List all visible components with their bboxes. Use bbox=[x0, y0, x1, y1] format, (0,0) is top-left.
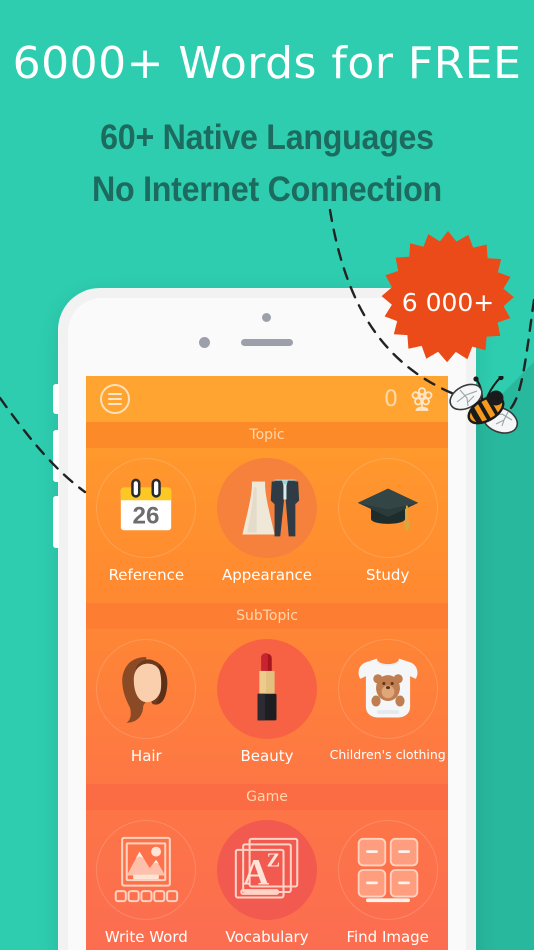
section-header-topic: Topic bbox=[86, 422, 448, 448]
grid-item-appearance[interactable]: Appearance bbox=[207, 458, 328, 584]
volume-down-button[interactable] bbox=[53, 496, 59, 548]
headline: 6000+ Words for FREE bbox=[12, 38, 522, 89]
calendar-icon: 26 bbox=[121, 478, 172, 531]
word-counter: 0 bbox=[384, 386, 398, 412]
grid-item-hair[interactable]: Hair bbox=[86, 639, 207, 765]
volume-up-button[interactable] bbox=[53, 430, 59, 482]
front-camera-dot bbox=[199, 337, 210, 348]
phone-mockup: 0 Topic 26 Reference Appearance Study Su… bbox=[53, 288, 476, 950]
childrens-clothing-icon-circle bbox=[337, 639, 438, 739]
lipstick-icon bbox=[257, 653, 277, 721]
grid-item-reference[interactable]: 26 Reference bbox=[86, 458, 207, 584]
promo-screenshot: 6000+ Words for FREE 60+ Native Language… bbox=[0, 0, 534, 950]
graduation-cap-icon bbox=[357, 488, 418, 530]
earpiece-speaker bbox=[241, 339, 293, 346]
app-bar: 0 bbox=[86, 376, 448, 422]
study-icon-circle bbox=[337, 458, 438, 558]
hamburger-menu-icon[interactable] bbox=[100, 384, 130, 414]
app-screen: 0 Topic 26 Reference Appearance Study Su… bbox=[86, 376, 448, 950]
picture-with-letter-slots-icon bbox=[115, 836, 179, 903]
grid-item-write-word[interactable]: Write Word bbox=[86, 820, 207, 946]
grid-label-reference: Reference bbox=[108, 566, 185, 584]
grid-label-beauty: Beauty bbox=[240, 747, 294, 765]
appearance-icon-circle bbox=[217, 458, 317, 558]
svg-text:Z: Z bbox=[267, 849, 280, 871]
write-word-icon-circle bbox=[96, 820, 197, 920]
section-header-subtopic: SubTopic bbox=[86, 603, 448, 629]
grid-label-hair: Hair bbox=[130, 747, 162, 765]
badge-label: 6 000+ bbox=[401, 287, 495, 317]
section-header-game: Game bbox=[86, 784, 448, 810]
silent-switch[interactable] bbox=[53, 384, 59, 414]
svg-text:A: A bbox=[243, 852, 270, 893]
grid-item-childrens-clothing[interactable]: Children's clothing bbox=[327, 639, 448, 762]
grid-label-find-image: Find Image bbox=[346, 928, 429, 946]
vocabulary-icon-circle: A Z bbox=[217, 820, 317, 920]
subtopic-row: Hair Beauty Children's clothing bbox=[86, 629, 448, 784]
dress-and-suit-icon bbox=[242, 479, 300, 537]
grid-label-childrens-clothing: Children's clothing bbox=[329, 747, 446, 762]
subline-languages: 60+ Native Languages bbox=[100, 118, 434, 157]
find-image-icon-circle bbox=[337, 820, 438, 920]
grid-item-find-image[interactable]: Find Image bbox=[327, 820, 448, 946]
badge-6000-plus: 6 000+ bbox=[374, 228, 522, 376]
grid-label-vocabulary: Vocabulary bbox=[225, 928, 309, 946]
grid-label-study: Study bbox=[366, 566, 410, 584]
topic-row: 26 Reference Appearance Study bbox=[86, 448, 448, 603]
grid-item-study[interactable]: Study bbox=[327, 458, 448, 584]
grid-item-vocabulary[interactable]: A Z Vocabulary bbox=[207, 820, 328, 946]
woman-hair-icon bbox=[122, 657, 168, 723]
hair-icon-circle bbox=[96, 639, 197, 739]
four-tiles-grid-icon bbox=[357, 837, 418, 903]
grid-label-appearance: Appearance bbox=[221, 566, 313, 584]
grid-label-write-word: Write Word bbox=[104, 928, 188, 946]
bee-icon bbox=[449, 376, 519, 434]
game-row: Write Word A Z Vocabulary Find Image bbox=[86, 810, 448, 950]
subline-offline: No Internet Connection bbox=[92, 170, 442, 209]
reference-icon-circle: 26 bbox=[96, 458, 197, 558]
flower-icon[interactable] bbox=[410, 386, 434, 412]
grid-item-beauty[interactable]: Beauty bbox=[207, 639, 328, 765]
az-cards-icon: A Z bbox=[234, 837, 299, 899]
calendar-day: 26 bbox=[133, 502, 160, 529]
proximity-sensor-dot bbox=[262, 313, 271, 322]
baby-onesie-icon bbox=[358, 658, 418, 718]
beauty-icon-circle bbox=[217, 639, 317, 739]
